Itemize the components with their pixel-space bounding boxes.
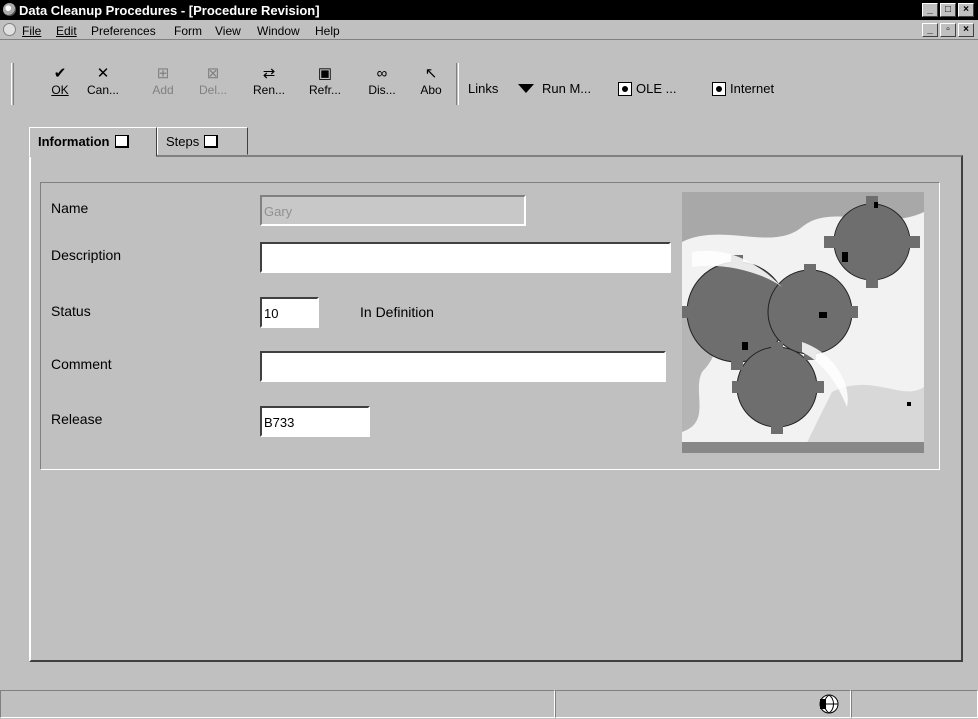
add-button[interactable]: ⊞ Add — [146, 65, 180, 101]
name-label: Name — [51, 200, 89, 216]
rename-icon: ⇄ — [262, 65, 276, 82]
page-icon — [204, 135, 219, 148]
dropdown-arrow-icon — [518, 84, 534, 93]
internet-label: Internet — [730, 81, 775, 96]
add-record-icon: ⊞ — [156, 65, 170, 82]
status-extra-pane — [851, 690, 978, 718]
internet-menu[interactable]: Internet — [712, 81, 774, 96]
menu-form[interactable]: Form — [174, 24, 202, 38]
menu-edit[interactable]: Edit — [56, 24, 77, 38]
x-icon: ✕ — [96, 65, 110, 82]
status-message-pane — [0, 690, 555, 718]
run-label: Run M... — [542, 81, 592, 96]
description-field[interactable] — [260, 242, 671, 273]
title-bar: Data Cleanup Procedures - [Procedure Rev… — [0, 0, 978, 20]
cancel-button[interactable]: ✕ Can... — [86, 65, 120, 101]
document-globe-icon[interactable] — [3, 23, 16, 36]
rename-label: Ren... — [252, 83, 285, 97]
menu-preferences[interactable]: Preferences — [91, 24, 156, 38]
ole-document-icon — [618, 81, 632, 96]
app-globe-icon[interactable] — [3, 3, 16, 16]
child-restore-button[interactable]: ▫ — [940, 23, 956, 37]
menu-view[interactable]: View — [215, 24, 241, 38]
page-icon — [114, 135, 129, 148]
cancel-label: Can... — [86, 83, 119, 97]
status-field[interactable]: 10 — [260, 297, 319, 328]
child-close-button[interactable]: × — [958, 23, 974, 37]
minimize-button[interactable]: _ — [922, 3, 938, 17]
status-bar — [0, 689, 978, 719]
display-label: Dis... — [368, 83, 396, 97]
internet-document-icon — [712, 81, 726, 96]
ole-label: OLE ... — [636, 81, 677, 96]
display-button[interactable]: ∞ Dis... — [365, 65, 399, 101]
refresh-button[interactable]: ▣ Refr... — [308, 65, 342, 101]
comment-field[interactable] — [260, 351, 666, 382]
description-label: Description — [51, 247, 122, 263]
status-description: In Definition — [360, 304, 434, 320]
links-label: Links — [468, 81, 499, 96]
child-minimize-button[interactable]: _ — [922, 23, 938, 37]
refresh-icon: ▣ — [317, 65, 333, 82]
delete-label: Del... — [198, 83, 227, 97]
ok-label: OK — [51, 83, 69, 97]
run-menu[interactable]: Run M... — [518, 81, 591, 96]
tab-information[interactable]: Information — [29, 127, 157, 157]
toolbar-separator — [456, 63, 459, 105]
window-title: Data Cleanup Procedures - [Procedure Rev… — [19, 3, 320, 18]
tab-steps[interactable]: Steps — [157, 127, 248, 155]
ok-button[interactable]: ✔ OK — [43, 65, 77, 101]
release-field[interactable]: B733 — [260, 406, 370, 437]
about-label: Abo — [420, 83, 442, 97]
ole-menu[interactable]: OLE ... — [618, 81, 676, 96]
delete-record-icon: ⊠ — [206, 65, 220, 82]
binoculars-icon: ∞ — [376, 65, 388, 82]
maximize-button[interactable]: □ — [940, 3, 956, 17]
checkmark-icon: ✔ — [53, 65, 67, 82]
refresh-label: Refr... — [308, 83, 341, 97]
close-button[interactable]: × — [958, 3, 974, 17]
rename-button[interactable]: ⇄ Ren... — [252, 65, 286, 101]
release-label: Release — [51, 411, 103, 427]
tab-steps-label: Steps — [166, 134, 200, 149]
menu-window[interactable]: Window — [257, 24, 300, 38]
delete-button[interactable]: ⊠ Del... — [196, 65, 230, 101]
comment-label: Comment — [51, 356, 112, 372]
about-button[interactable]: ↖ Abo — [414, 65, 448, 101]
name-field: Gary — [260, 195, 526, 226]
menu-file[interactable]: File — [22, 24, 41, 38]
status-label: Status — [51, 303, 91, 319]
links-menu[interactable]: Links — [468, 81, 498, 96]
status-info-pane — [555, 690, 851, 718]
tab-information-label: Information — [38, 134, 110, 149]
menu-bar: File Edit Preferences Form View Window H… — [0, 20, 978, 40]
globe-status-icon — [818, 693, 840, 715]
toolbar: ✔ OK ✕ Can... ⊞ Add ⊠ Del... ⇄ Ren... ▣ … — [0, 41, 978, 117]
gears-graphic — [682, 192, 924, 453]
toolbar-grip[interactable] — [11, 63, 14, 105]
add-label: Add — [152, 83, 174, 97]
menu-help[interactable]: Help — [315, 24, 340, 38]
help-pointer-icon: ↖ — [424, 65, 438, 82]
